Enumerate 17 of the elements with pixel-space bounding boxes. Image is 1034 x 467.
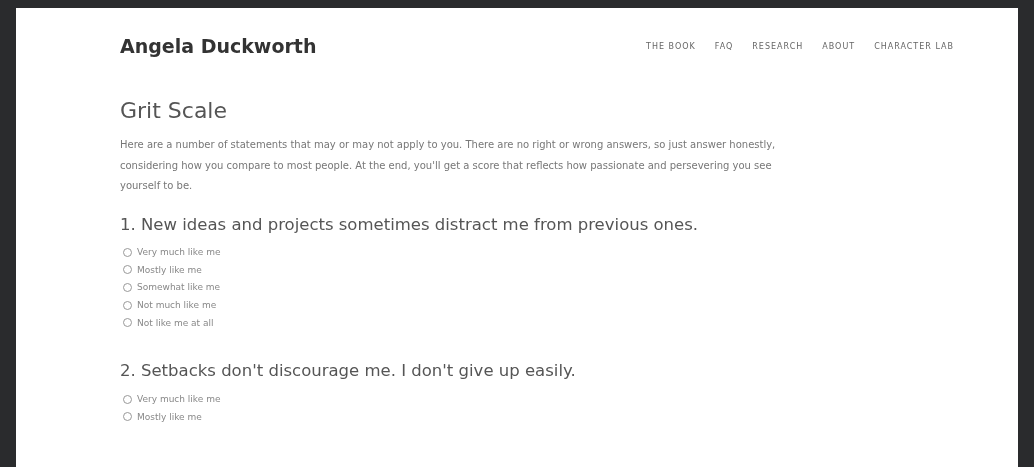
page-title: Grit Scale <box>120 98 228 123</box>
option-label[interactable]: Very much like me <box>137 247 221 258</box>
question-text: 2. Setbacks don't discourage me. I don't give up easily. <box>120 361 577 381</box>
option-label[interactable]: Very much like me <box>137 394 221 405</box>
option-label[interactable]: Not like me at all <box>137 317 214 328</box>
option-label[interactable]: Mostly like me <box>137 411 202 422</box>
option-label[interactable]: Not much like me <box>137 300 217 311</box>
site-title[interactable]: Angela Duckworth <box>120 35 317 57</box>
nav-link[interactable]: THE BOOK <box>646 41 696 51</box>
nav-link[interactable]: FAQ <box>714 41 734 51</box>
option-label[interactable]: Mostly like me <box>137 264 202 275</box>
option-label[interactable]: Somewhat like me <box>137 282 221 293</box>
question-text: 1. New ideas and projects sometimes distract me from previous ones. <box>120 214 700 234</box>
nav-link[interactable]: ABOUT <box>822 41 856 51</box>
nav-link[interactable]: RESEARCH <box>752 41 804 51</box>
nav-link[interactable]: CHARACTER LAB <box>874 41 954 51</box>
intro-text: Here are a number of statements that may or may not apply to you. There are no right or wrong answers, so just answer honestly, considering how you compare to most people. At the end, you'll get a score that reflects how passionate and persevering you see yourself to be. <box>120 138 777 193</box>
